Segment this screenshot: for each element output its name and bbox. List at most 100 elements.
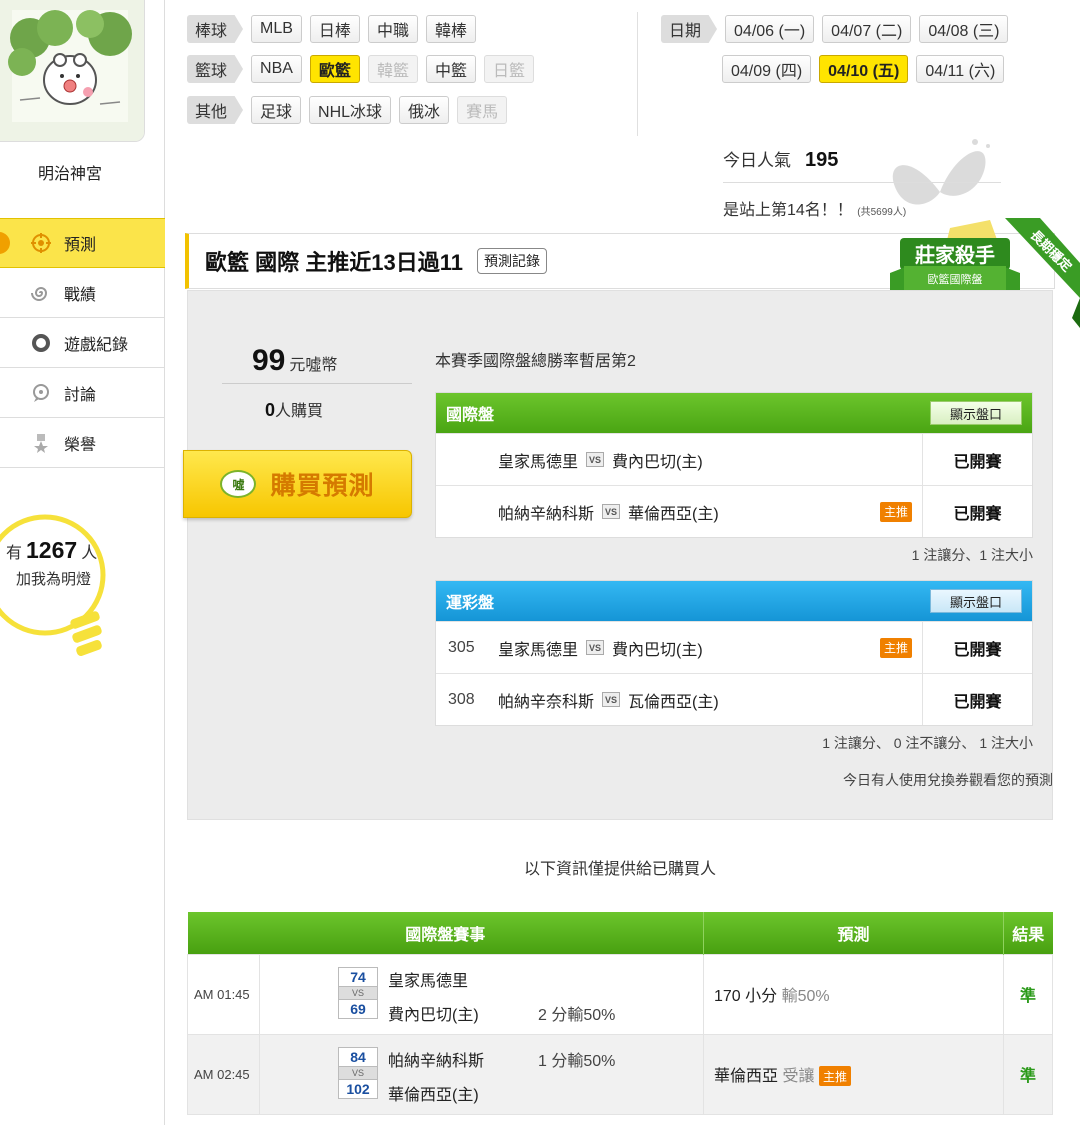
- nav-china-basketball[interactable]: 中籃: [425, 55, 476, 83]
- username: 明治神宮: [37, 166, 102, 183]
- game-code: 305: [448, 638, 475, 656]
- ring-icon: [30, 332, 52, 354]
- sidebar-item-predict[interactable]: 預測: [0, 218, 165, 268]
- nav-basketball: 籃球 NBA 歐籃 韓籃 中籃 日籃: [187, 55, 534, 83]
- vs-icon: VS: [338, 1066, 378, 1079]
- team-home: 帕納辛納科斯: [388, 1052, 485, 1070]
- score-away: 102: [338, 1078, 378, 1099]
- main-pick-tag: 主推: [879, 501, 912, 522]
- header-prediction: 預測: [703, 912, 1004, 954]
- lottery-pick-table: 運彩盤 顯示盤口 305 皇家馬德里 VS 費內巴切(主) 主推 已開賽 308 帕…: [435, 580, 1033, 726]
- lamp-text[interactable]: 加我為明燈: [16, 568, 91, 589]
- nav-kbo[interactable]: 韓棒: [425, 15, 476, 43]
- sidebar: 明治神宮 預測 戰績 遊戲紀錄 討論 榮譽 有 1267 人 加我為明燈: [0, 0, 165, 1125]
- game-status: 已開賽: [922, 674, 1032, 725]
- popularity: 今日人氣 195: [723, 149, 839, 171]
- panel-title: 歐籃 國際 主推近13日過11: [205, 250, 463, 275]
- avatar[interactable]: [0, 0, 145, 142]
- buyers-count: 0人購買: [265, 400, 324, 420]
- category-basketball: 籃球: [187, 55, 244, 83]
- show-odds-button[interactable]: 顯示盤口: [930, 589, 1022, 613]
- date-0409[interactable]: 04/09 (四): [722, 55, 812, 83]
- game-time: AM 02:45: [187, 1033, 260, 1115]
- lamp-count: 有 1267 人: [6, 537, 98, 563]
- nav-nba[interactable]: NBA: [251, 55, 302, 83]
- nav-japan-basketball[interactable]: 日籃: [483, 55, 534, 83]
- handicap: 1 分輸50%: [538, 1052, 616, 1070]
- result: 準: [1003, 1033, 1053, 1115]
- vs-icon: VS: [586, 640, 605, 655]
- sidebar-item-honor[interactable]: 榮譽: [0, 418, 165, 468]
- category-date: 日期: [661, 15, 718, 43]
- game-status: 已開賽: [922, 622, 1032, 673]
- matchup: 帕納辛納科斯 VS 華倫西亞(主): [498, 504, 719, 523]
- sidebar-item-label: 遊戲紀錄: [64, 336, 129, 354]
- team-away: 費內巴切(主): [388, 1006, 479, 1024]
- spiral-icon: [30, 282, 52, 304]
- date-0407[interactable]: 04/07 (二): [822, 15, 912, 43]
- nav-baseball: 棒球 MLB 日棒 中職 韓棒: [187, 15, 476, 43]
- intl-header-label: 國際盤: [446, 407, 495, 424]
- season-rank-text: 本賽季國際盤總勝率暫居第2: [435, 353, 636, 370]
- sidebar-item-record[interactable]: 戰績: [0, 268, 165, 318]
- nav-dates-row1: 日期 04/06 (一) 04/07 (二) 04/08 (三): [661, 15, 1009, 43]
- buy-prediction-label: 購買預測: [270, 472, 375, 500]
- team-home: 皇家馬德里: [388, 972, 469, 990]
- sidebar-item-label: 討論: [64, 386, 97, 404]
- matchup: 帕納辛奈科斯 VS 瓦倫西亞(主): [498, 692, 719, 711]
- game-status: 已開賽: [922, 434, 1032, 485]
- show-odds-button[interactable]: 顯示盤口: [930, 401, 1022, 425]
- nav-mlb[interactable]: MLB: [251, 15, 302, 43]
- category-other: 其他: [187, 96, 244, 124]
- game-cell: 74 VS 69 皇家馬德里 費內巴切(主) 2 分輸50%: [259, 953, 704, 1035]
- pick-row: 皇家馬德里 VS 費內巴切(主) 已開賽: [436, 433, 1032, 485]
- intl-summary: 1 注讓分、1 注大小: [911, 547, 1033, 563]
- price: 99 元噓幣: [252, 344, 338, 377]
- nav-soccer[interactable]: 足球: [251, 96, 302, 124]
- badge-subtitle: 歐籃國際盤: [928, 272, 983, 286]
- score-away: 69: [338, 998, 378, 1019]
- nav-npb[interactable]: 日棒: [309, 15, 360, 43]
- divider: [723, 182, 1001, 183]
- date-0411[interactable]: 04/11 (六): [916, 55, 1005, 83]
- coin-icon: 噓: [220, 470, 257, 498]
- prediction-record-button[interactable]: 預測記錄: [476, 248, 547, 274]
- pick-row: 帕納辛納科斯 VS 華倫西亞(主) 主推 已開賽: [436, 485, 1032, 537]
- matchup: 皇家馬德里 VS 費內巴切(主): [498, 640, 703, 659]
- nav-korea-basketball[interactable]: 韓籃: [367, 55, 418, 83]
- nav-nhl[interactable]: NHL冰球: [309, 96, 392, 124]
- sidebar-item-label: 預測: [64, 237, 97, 254]
- game-code: 308: [448, 690, 475, 708]
- handicap: 2 分輸50%: [538, 1006, 616, 1024]
- results-table: 國際盤賽事 預測 結果 AM 01:45 74 VS 69 皇家馬德里 費內巴切…: [187, 912, 1053, 1115]
- sidebar-item-discussion[interactable]: 討論: [0, 368, 165, 418]
- date-0410[interactable]: 04/10 (五): [819, 55, 909, 83]
- side-menu: 預測 戰績 遊戲紀錄 討論 榮譽: [0, 218, 165, 468]
- date-0408[interactable]: 04/08 (三): [919, 15, 1009, 43]
- vs-icon: VS: [602, 692, 621, 707]
- pick-row: 308 帕納辛奈科斯 VS 瓦倫西亞(主) 已開賽: [436, 673, 1032, 725]
- nav-euro-basketball[interactable]: 歐籃: [309, 55, 360, 83]
- badge-title: 莊家殺手: [915, 243, 995, 267]
- score-home: 84: [338, 1046, 378, 1067]
- date-0406[interactable]: 04/06 (一): [725, 15, 815, 43]
- sidebar-item-game-log[interactable]: 遊戲紀錄: [0, 318, 165, 368]
- nav-khl[interactable]: 俄冰: [399, 96, 450, 124]
- score-box: 74 VS 69: [338, 966, 378, 1019]
- score-home: 74: [338, 966, 378, 987]
- lottery-header-label: 運彩盤: [446, 595, 495, 612]
- nav-cpbl[interactable]: 中職: [367, 15, 418, 43]
- buy-prediction-button[interactable]: 噓 購買預測: [183, 450, 412, 518]
- game-cell: 84 VS 102 帕納辛納科斯 1 分輸50% 華倫西亞(主): [259, 1033, 704, 1115]
- result: 準: [1003, 953, 1053, 1035]
- vs-icon: VS: [602, 504, 621, 519]
- prediction-cell: 170 小分 輸50%: [703, 953, 1004, 1035]
- nav-horse-racing[interactable]: 賽馬: [457, 96, 508, 124]
- vs-icon: VS: [586, 452, 605, 467]
- target-icon: [30, 232, 52, 254]
- header-result: 結果: [1003, 912, 1053, 954]
- voucher-notice: 今日有人使用兌換券觀看您的預測: [843, 772, 1053, 788]
- results-header-row: 國際盤賽事 預測 結果: [187, 912, 1053, 954]
- lottery-summary: 1 注讓分、 0 注不讓分、 1 注大小: [822, 735, 1033, 751]
- intl-pick-table: 國際盤 顯示盤口 皇家馬德里 VS 費內巴切(主) 已開賽 帕納辛納科斯 VS 華倫西亞…: [435, 392, 1033, 538]
